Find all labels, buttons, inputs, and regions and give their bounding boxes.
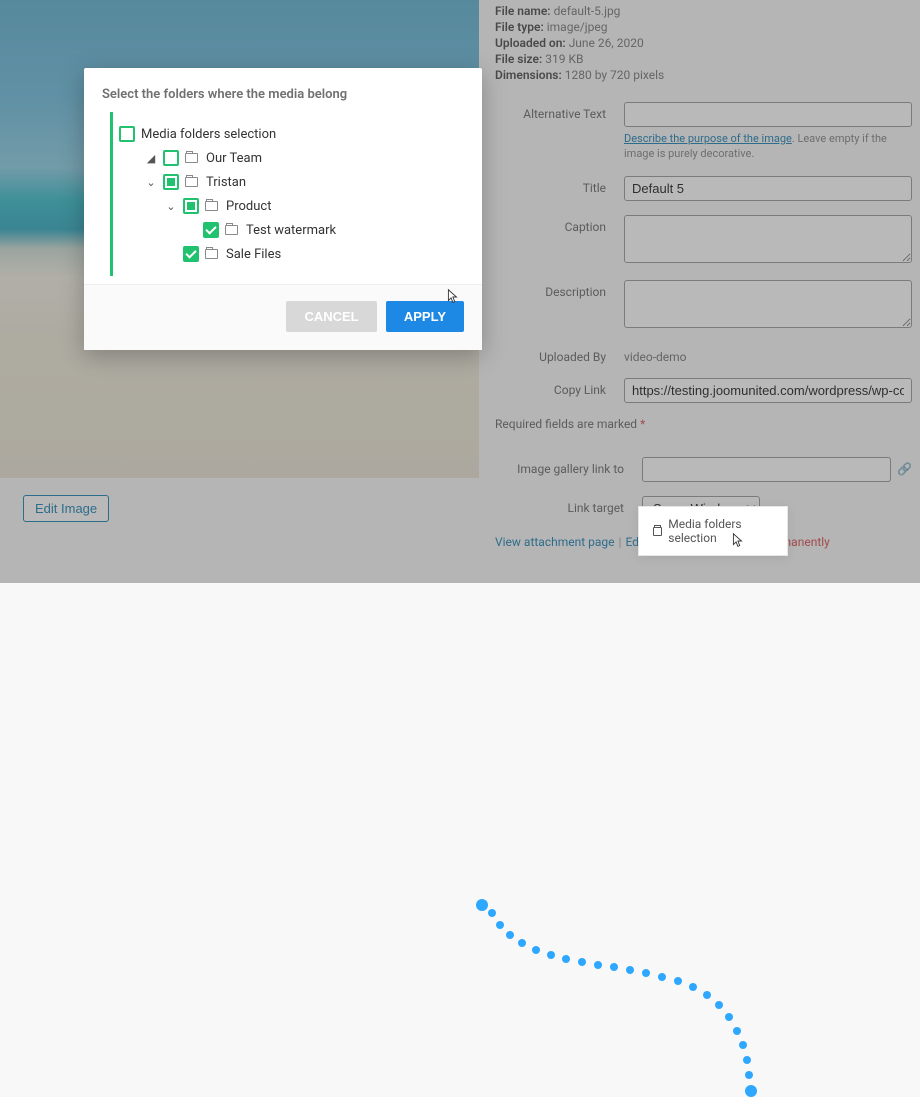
tree-root[interactable]: Media folders selection [117,122,446,146]
checkbox-partial[interactable] [183,198,199,214]
checkbox-root[interactable] [119,126,135,142]
folder-icon [225,225,238,235]
tree-item-label: Sale Files [226,247,281,262]
folder-icon [185,153,198,163]
folder-icon [653,527,662,536]
checkbox-checked[interactable] [203,222,219,238]
cursor-icon [728,532,746,550]
checkbox-partial[interactable] [163,174,179,190]
media-folders-popover[interactable]: Media folders selection [638,506,788,556]
tree-item[interactable]: · Test watermark [117,218,446,242]
checkbox-checked[interactable] [183,246,199,262]
expand-icon[interactable]: ⌄ [145,176,157,189]
tree-item-label: Our Team [206,151,262,166]
tree-item[interactable]: ⌄ Tristan [117,170,446,194]
tree-item[interactable]: · Sale Files [117,242,446,266]
tree-item-label: Tristan [206,175,246,190]
tree-item[interactable]: ⌄ Product [117,194,446,218]
tree-item-label: Product [226,199,271,214]
cancel-button[interactable]: CANCEL [286,301,376,332]
tree-item[interactable]: ◢ Our Team [117,146,446,170]
folder-icon [185,177,198,187]
checkbox[interactable] [163,150,179,166]
modal-title: Select the folders where the media belon… [102,87,464,102]
collapse-icon[interactable]: ◢ [145,152,157,165]
cursor-icon [443,288,461,306]
folder-tree: Media folders selection ◢ Our Team ⌄ Tri… [110,112,456,276]
tree-item-label: Test watermark [246,223,336,238]
tree-root-label: Media folders selection [141,127,276,142]
expand-icon[interactable]: ⌄ [165,200,177,213]
folder-icon [205,249,218,259]
folder-icon [205,201,218,211]
folder-selection-modal: Select the folders where the media belon… [84,68,482,350]
popover-label: Media folders selection [668,517,769,545]
